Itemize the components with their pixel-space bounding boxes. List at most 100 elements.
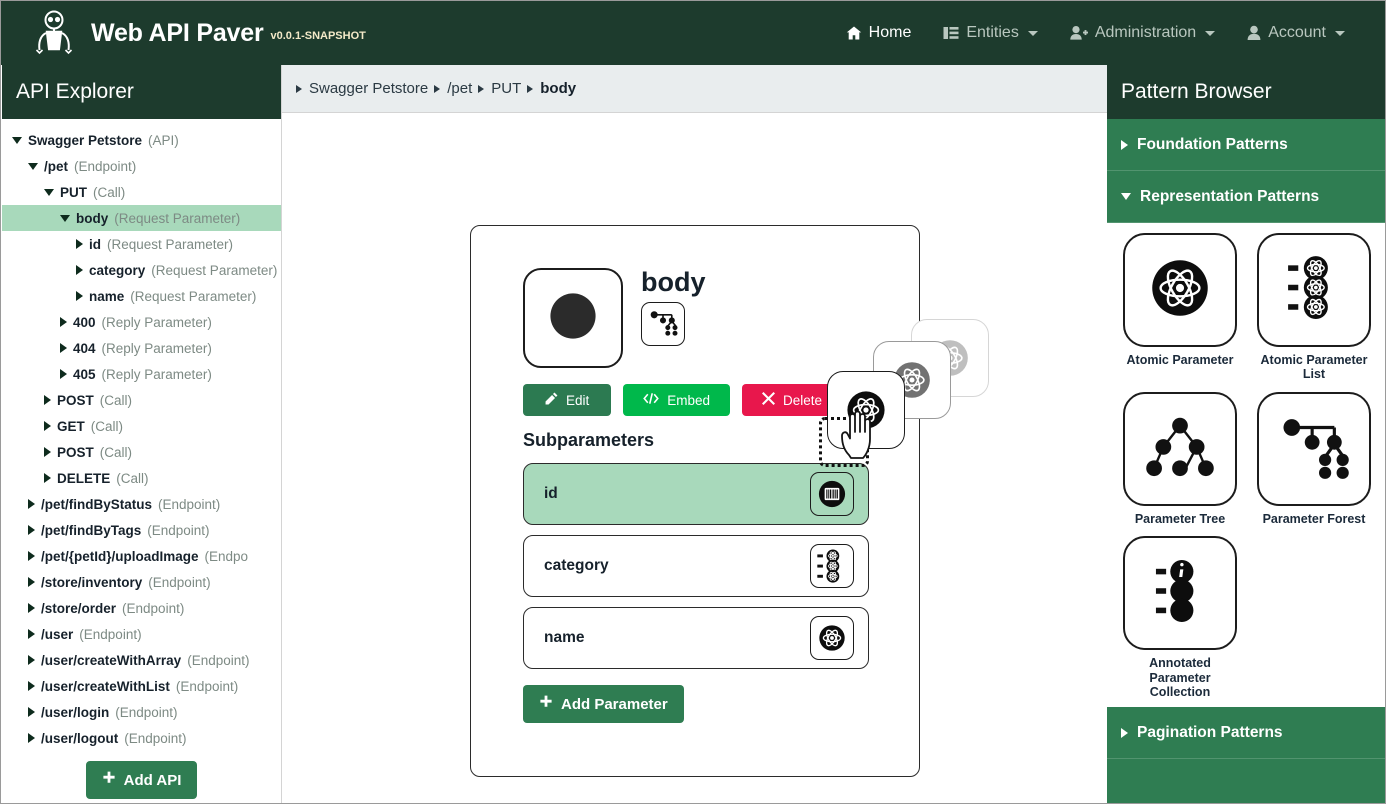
pattern-tile (1257, 392, 1371, 506)
tree-node-user-createwithlist[interactable]: /user/createWithList(Endpoint) (2, 673, 281, 699)
chevron-right-icon[interactable] (44, 447, 51, 457)
barcode-parameter-icon[interactable] (810, 472, 854, 516)
chevron-down-icon (1028, 31, 1038, 36)
atomic-parameter-list-icon (1277, 251, 1351, 330)
add-api-wrap: Add API (2, 761, 281, 799)
chevron-down-icon[interactable] (44, 189, 54, 196)
tree-node-store-inventory[interactable]: /store/inventory(Endpoint) (2, 569, 281, 595)
chevron-right-icon[interactable] (28, 733, 35, 743)
brand[interactable]: Web API Paver v0.0.1-SNAPSHOT (1, 10, 366, 56)
chevron-right-icon[interactable] (76, 291, 83, 301)
tree-node-kind: (Endpoint) (122, 601, 184, 616)
chevron-right-icon[interactable] (28, 551, 35, 561)
subparameter-row[interactable]: category (523, 535, 869, 597)
entity-title-block: body (641, 268, 706, 368)
subparameter-row[interactable]: name (523, 607, 869, 669)
chevron-right-icon[interactable] (28, 681, 35, 691)
tree-node-delete[interactable]: DELETE(Call) (2, 465, 281, 491)
add-api-button[interactable]: Add API (86, 761, 198, 799)
plus-icon (102, 771, 116, 789)
tree-node-put[interactable]: PUT(Call) (2, 179, 281, 205)
chevron-down-icon[interactable] (12, 137, 22, 144)
pattern-group-representation[interactable]: Representation Patterns (1107, 171, 1386, 223)
tree-node-post[interactable]: POST(Call) (2, 439, 281, 465)
tree-node-store-order[interactable]: /store/order (Endpoint) (2, 595, 281, 621)
entity-canvas: body (282, 113, 1107, 804)
pattern-group-representation-label: Representation Patterns (1140, 188, 1319, 206)
pattern-group-pagination[interactable]: Pagination Patterns (1107, 707, 1386, 759)
breadcrumb-item-0[interactable]: Swagger Petstore (296, 80, 428, 97)
chevron-right-icon[interactable] (44, 395, 51, 405)
tree-node-label: /store/order (41, 601, 116, 616)
chevron-right-icon[interactable] (44, 473, 51, 483)
tree-node-pet[interactable]: /pet(Endpoint) (2, 153, 281, 179)
nav-item-home[interactable]: Home (830, 16, 928, 50)
tree-node-kind: (Endpoint) (74, 159, 136, 174)
tree-node-user-logout[interactable]: /user/logout(Endpoint) (2, 725, 281, 751)
nav-item-entities[interactable]: Entities (927, 16, 1053, 50)
tree-node-pet-petid-uploadimage[interactable]: /pet/{petId}/uploadImage(Endpo (2, 543, 281, 569)
tree-node-kind: (Endpoint) (187, 653, 249, 668)
tree-node-swagger-petstore[interactable]: Swagger Petstore(API) (2, 127, 281, 153)
breadcrumb-item-3[interactable]: body (527, 80, 576, 97)
entity-badge-tile[interactable] (641, 302, 685, 346)
subparameter-row[interactable]: id (523, 463, 869, 525)
breadcrumb-item-1[interactable]: /pet (434, 80, 472, 97)
nav-item-administration[interactable]: Administration (1054, 16, 1231, 50)
pattern-parameter-tree[interactable]: Parameter Tree (1121, 392, 1239, 526)
brand-version: v0.0.1-SNAPSHOT (270, 30, 365, 42)
add-parameter-button[interactable]: Add Parameter (523, 685, 684, 723)
chevron-right-icon[interactable] (28, 629, 35, 639)
tree-node-user[interactable]: /user(Endpoint) (2, 621, 281, 647)
chevron-right-icon[interactable] (28, 525, 35, 535)
pattern-atomic-parameter-list[interactable]: Atomic Parameter List (1255, 233, 1373, 382)
tree-node-category[interactable]: category(Request Parameter) (2, 257, 281, 283)
tree-node-pet-findbystatus[interactable]: /pet/findByStatus(Endpoint) (2, 491, 281, 517)
chevron-right-icon[interactable] (28, 577, 35, 587)
tree-node-id[interactable]: id(Request Parameter) (2, 231, 281, 257)
tree-node-label: /store/inventory (41, 575, 142, 590)
parameter-forest-icon (1277, 409, 1351, 488)
pattern-browser-panel: Pattern Browser Foundation Patterns Repr… (1107, 65, 1386, 804)
chevron-right-icon[interactable] (76, 239, 83, 249)
pattern-annotated-parameter-collection[interactable]: Annotated Parameter Collection (1121, 536, 1239, 699)
tree-node-404[interactable]: 404(Reply Parameter) (2, 335, 281, 361)
tree-node-label: /pet/{petId}/uploadImage (41, 549, 199, 564)
nav-item-account[interactable]: Account (1231, 16, 1361, 50)
subparameter-name: id (524, 485, 558, 503)
pattern-parameter-forest[interactable]: Parameter Forest (1255, 392, 1373, 526)
tree-node-400[interactable]: 400(Reply Parameter) (2, 309, 281, 335)
pattern-atomic-parameter[interactable]: Atomic Parameter (1121, 233, 1239, 382)
tree-node-name[interactable]: name(Request Parameter) (2, 283, 281, 309)
pattern-group-foundation[interactable]: Foundation Patterns (1107, 119, 1386, 171)
chevron-right-icon[interactable] (28, 655, 35, 665)
tree-node-user-createwitharray[interactable]: /user/createWithArray(Endpoint) (2, 647, 281, 673)
tree-node-user-login[interactable]: /user/login(Endpoint) (2, 699, 281, 725)
tree-node-label: 404 (73, 341, 96, 356)
chevron-right-icon[interactable] (44, 421, 51, 431)
pattern-browser-filler (1107, 759, 1386, 804)
tree-node-body[interactable]: body(Request Parameter) (2, 205, 281, 231)
tree-node-405[interactable]: 405(Reply Parameter) (2, 361, 281, 387)
chevron-down-icon[interactable] (28, 163, 38, 170)
chevron-right-icon[interactable] (28, 707, 35, 717)
chevron-right-icon[interactable] (28, 603, 35, 613)
chevron-right-icon[interactable] (60, 317, 67, 327)
embed-button[interactable]: Embed (623, 384, 730, 416)
tree-node-kind: (Call) (100, 445, 132, 460)
pattern-tile (1123, 233, 1237, 347)
tree-node-kind: (Call) (91, 419, 123, 434)
edit-button[interactable]: Edit (523, 384, 611, 416)
tree-node-post[interactable]: POST(Call) (2, 387, 281, 413)
chevron-right-icon[interactable] (60, 369, 67, 379)
chevron-right-icon[interactable] (28, 499, 35, 509)
breadcrumb-item-2[interactable]: PUT (478, 80, 521, 97)
chevron-down-icon[interactable] (60, 215, 70, 222)
tree-node-pet-findbytags[interactable]: /pet/findByTags(Endpoint) (2, 517, 281, 543)
tree-node-get[interactable]: GET(Call) (2, 413, 281, 439)
chevron-right-icon[interactable] (60, 343, 67, 353)
chevron-right-icon[interactable] (76, 265, 83, 275)
pattern-tile (1123, 536, 1237, 650)
atomic-parameter-icon[interactable] (810, 616, 854, 660)
atomic-parameter-list-icon[interactable] (810, 544, 854, 588)
